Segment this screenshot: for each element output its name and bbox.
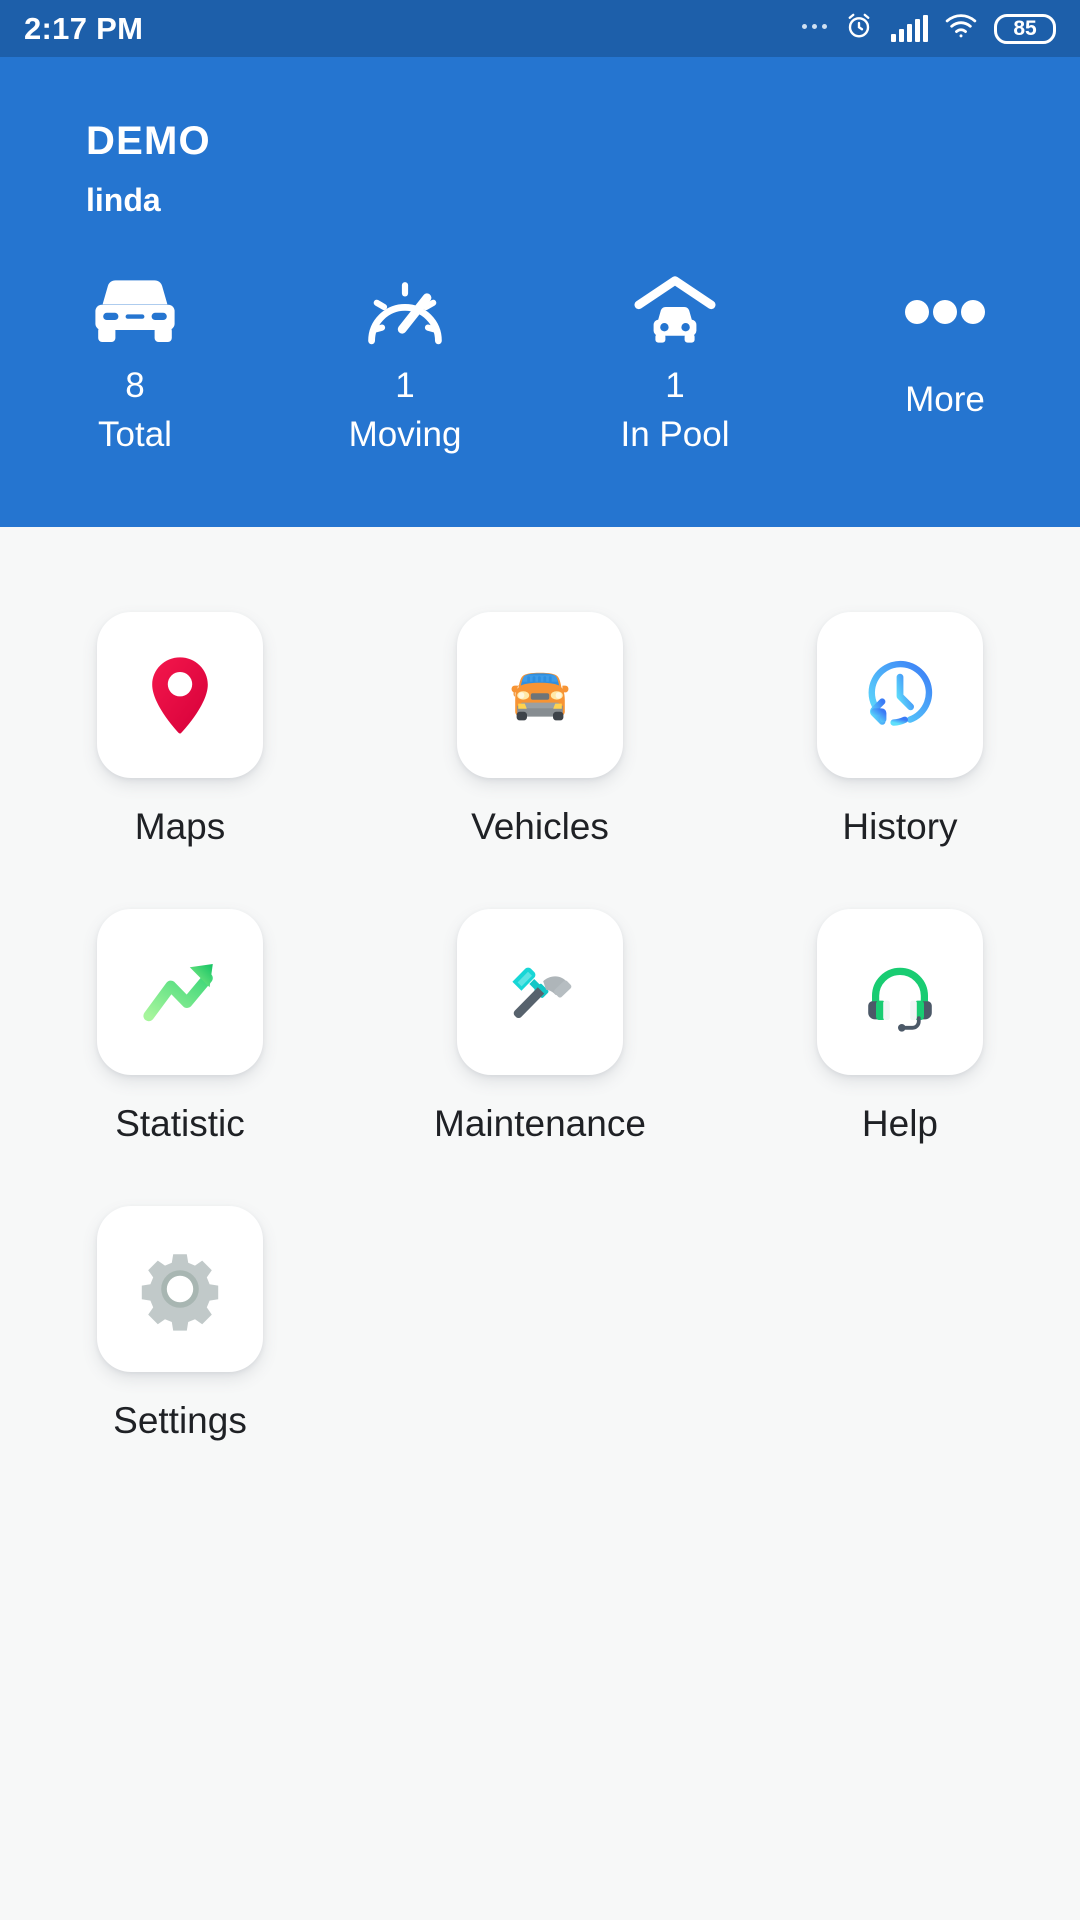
- stat-moving-value: 1: [395, 366, 415, 405]
- user-name: linda: [86, 182, 161, 218]
- menu-item-help[interactable]: Help: [720, 909, 1080, 1142]
- car-front-icon: [89, 272, 181, 352]
- status-bar: 2:17 PM 85: [0, 0, 1080, 57]
- menu-tile-statistic[interactable]: [96, 909, 263, 1075]
- car-icon: [511, 672, 569, 721]
- stat-in-pool-label: In Pool: [620, 415, 730, 454]
- menu-label-help: Help: [861, 1103, 939, 1144]
- clock-back-icon: [868, 660, 933, 726]
- battery-level: 85: [1013, 16, 1037, 40]
- status-bar-time: 2:17 PM: [24, 10, 144, 46]
- menu-label-history: History: [842, 806, 958, 847]
- trend-up-icon: [143, 964, 213, 1022]
- stat-moving-label: Moving: [348, 415, 462, 454]
- headset-icon: [868, 967, 932, 1032]
- signal-bars-icon: [891, 14, 928, 42]
- brand-block: DEMO linda: [86, 119, 211, 219]
- menu-tile-maintenance[interactable]: [456, 909, 623, 1075]
- stat-moving[interactable]: 1 Moving: [270, 272, 540, 452]
- tools-icon: [512, 967, 572, 1019]
- stat-in-pool[interactable]: 1 In Pool: [540, 272, 810, 452]
- map-pin-icon: [152, 657, 208, 734]
- stat-more[interactable]: More: [810, 272, 1080, 452]
- menu-item-maintenance[interactable]: Maintenance: [360, 909, 720, 1142]
- stat-in-pool-value: 1: [665, 366, 685, 405]
- stat-more-label: More: [905, 380, 985, 419]
- menu-grid: Maps Vehicles History Statistic Maintena…: [0, 527, 1080, 1503]
- menu-label-maintenance: Maintenance: [434, 1103, 646, 1144]
- more-dots-icon[interactable]: [903, 272, 987, 352]
- menu-tile-vehicles[interactable]: [456, 612, 623, 778]
- menu-item-settings[interactable]: Settings: [0, 1206, 360, 1439]
- menu-label-vehicles: Vehicles: [471, 806, 609, 847]
- menu-label-settings: Settings: [113, 1400, 247, 1441]
- alarm-clock-icon: [844, 11, 874, 46]
- menu-label-maps: Maps: [134, 806, 226, 847]
- menu-item-history[interactable]: History: [720, 612, 1080, 845]
- page-title: DEMO: [86, 119, 211, 163]
- status-bar-icons: 85: [802, 11, 1056, 46]
- battery-icon: 85: [994, 13, 1056, 44]
- speedometer-icon: [363, 272, 447, 352]
- menu-tile-settings[interactable]: [96, 1206, 263, 1372]
- stat-total[interactable]: 8 Total: [0, 272, 270, 452]
- menu-tile-maps[interactable]: [96, 612, 263, 778]
- header: DEMO linda 8 Total 1 Moving 1 In Pool Mo…: [0, 57, 1080, 527]
- menu-label-statistic: Statistic: [115, 1103, 245, 1144]
- menu-tile-history[interactable]: [816, 612, 983, 778]
- menu-item-maps[interactable]: Maps: [0, 612, 360, 845]
- menu-item-vehicles[interactable]: Vehicles: [360, 612, 720, 845]
- menu-tile-help[interactable]: [816, 909, 983, 1075]
- ellipsis-icon: [802, 24, 827, 29]
- car-garage-icon: [630, 272, 720, 352]
- stat-total-value: 8: [125, 366, 145, 405]
- wifi-icon: [945, 13, 977, 44]
- stat-total-label: Total: [98, 415, 172, 454]
- app-root: 2:17 PM 85 DEMO linda 8 Total 1 Moving 1…: [0, 0, 1080, 1920]
- stats-row: 8 Total 1 Moving 1 In Pool More: [0, 272, 1080, 452]
- menu-item-statistic[interactable]: Statistic: [0, 909, 360, 1142]
- gear-icon: [141, 1254, 219, 1331]
